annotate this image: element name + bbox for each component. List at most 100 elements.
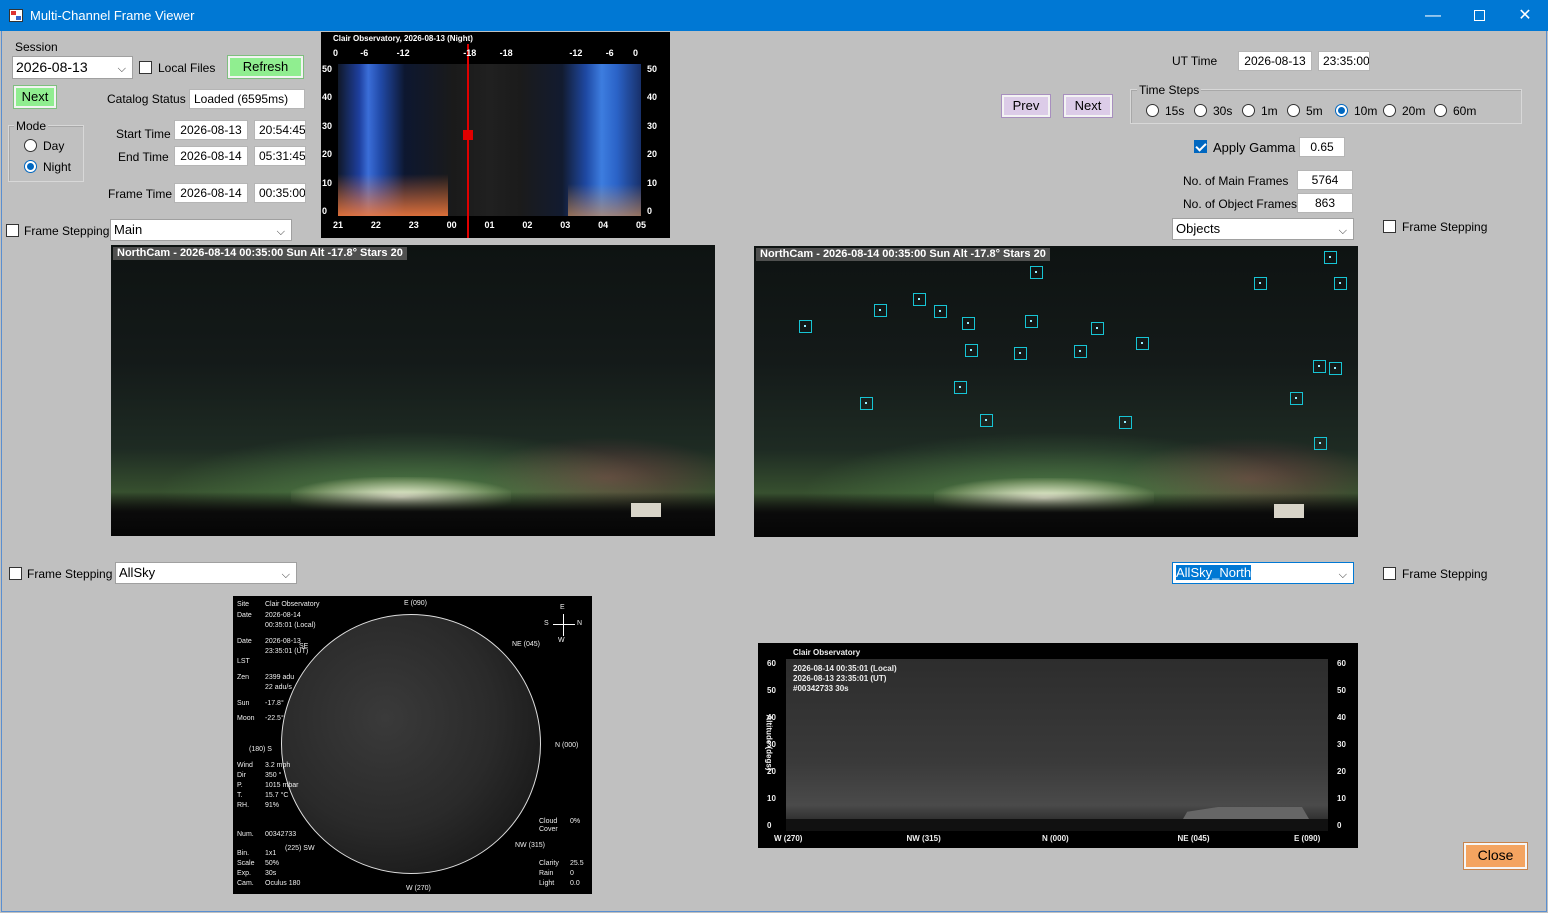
start-time-field[interactable]: 20:54:45 — [254, 120, 306, 140]
keogram-top-tick: 0 — [632, 48, 638, 58]
local-files-checkbox[interactable] — [139, 61, 152, 74]
object-marker[interactable] — [1314, 437, 1327, 450]
frame-stepping-topright-checkbox[interactable] — [1383, 220, 1396, 233]
frame-time-field[interactable]: 00:35:00 — [254, 183, 306, 203]
channel-select-bottomleft[interactable]: AllSky ⌵ — [115, 562, 297, 584]
pano-right-tick: 30 — [1337, 740, 1346, 749]
exp-key: Exp. — [237, 870, 252, 877]
pressure-key: P. — [237, 782, 243, 789]
object-marker[interactable] — [874, 304, 887, 317]
close-button[interactable]: Close — [1463, 842, 1528, 870]
object-marker[interactable] — [980, 414, 993, 427]
channel-select-topright[interactable]: Objects ⌵ — [1172, 218, 1354, 240]
keogram-bottom-tick: 00 — [446, 220, 457, 230]
keogram-bottom-tick: 23 — [408, 220, 419, 230]
step-60m-radio[interactable] — [1434, 104, 1447, 117]
object-marker[interactable] — [1030, 266, 1043, 279]
object-marker[interactable] — [1014, 347, 1027, 360]
keogram-cursor-marker[interactable] — [463, 130, 473, 140]
object-marker[interactable] — [860, 397, 873, 410]
chevron-down-icon: ⌵ — [281, 569, 290, 581]
catalog-status-label: Catalog Status — [107, 92, 186, 106]
maximize-icon — [1473, 10, 1485, 21]
keogram-cursor-line[interactable] — [467, 44, 469, 238]
keogram-right-tick: 50 — [647, 64, 658, 74]
object-marker[interactable] — [799, 320, 812, 333]
step-30s-radio[interactable] — [1194, 104, 1207, 117]
ut-time-field[interactable]: 23:35:00 — [1318, 51, 1370, 71]
maximize-button[interactable] — [1456, 0, 1502, 31]
gamma-value-field[interactable]: 0.65 — [1299, 137, 1345, 157]
keogram-panel[interactable]: Clair Observatory, 2026-08-13 (Night) 0 -… — [321, 32, 670, 238]
keogram-top-axis: 0 -6 -12 -18 -18 -12 -6 0 — [333, 48, 641, 60]
main-frame-pane[interactable]: NorthCam - 2026-08-14 00:35:00 Sun Alt -… — [111, 245, 715, 536]
allsky-frame-pane[interactable]: E S N W Site Clair Observatory Date 2026… — [233, 596, 592, 894]
dir-n-label: N (000) — [555, 742, 579, 749]
keogram-bottom-tick: 22 — [370, 220, 381, 230]
next-button[interactable]: Next — [1063, 94, 1113, 118]
apply-gamma-checkbox[interactable] — [1194, 140, 1207, 153]
keogram-right-tick: 30 — [647, 120, 658, 131]
exp-value: 30s — [265, 870, 277, 877]
step-10m-radio[interactable] — [1335, 104, 1348, 117]
house-silhouette — [631, 503, 661, 517]
frame-stepping-bottomleft-checkbox[interactable] — [9, 567, 22, 580]
frame-stepping-topleft-checkbox[interactable] — [6, 224, 19, 237]
objects-frame-caption: NorthCam - 2026-08-14 00:35:00 Sun Alt -… — [756, 248, 1050, 261]
minimize-button[interactable]: — — [1410, 0, 1456, 31]
mode-night-radio[interactable] — [24, 160, 37, 173]
keogram-image — [338, 64, 641, 216]
object-marker[interactable] — [1313, 360, 1326, 373]
object-marker[interactable] — [1091, 322, 1104, 335]
compass-horizontal — [553, 624, 575, 625]
object-marker[interactable] — [913, 293, 926, 306]
cam-key: Cam. — [237, 880, 254, 887]
object-marker[interactable] — [1290, 392, 1303, 405]
object-marker[interactable] — [1136, 337, 1149, 350]
object-marker[interactable] — [1025, 315, 1038, 328]
pano-left-tick: 60 — [767, 659, 776, 668]
step-5m-radio[interactable] — [1287, 104, 1300, 117]
dir-key: Dir — [237, 772, 246, 779]
main-frames-value: 5764 — [1297, 170, 1353, 190]
object-marker[interactable] — [1329, 362, 1342, 375]
close-window-button[interactable]: ✕ — [1502, 0, 1548, 31]
session-select[interactable]: 2026-08-13 ⌵ — [12, 56, 133, 79]
channel-select-topleft[interactable]: Main ⌵ — [110, 219, 292, 241]
step-1m-radio[interactable] — [1242, 104, 1255, 117]
prev-button[interactable]: Prev — [1001, 94, 1051, 118]
start-date-field[interactable]: 2026-08-13 — [174, 120, 248, 140]
frame-stepping-topright-label: Frame Stepping — [1402, 220, 1488, 234]
bin-key: Bin. — [237, 850, 250, 857]
object-marker[interactable] — [965, 344, 978, 357]
object-marker[interactable] — [1074, 345, 1087, 358]
main-frames-label: No. of Main Frames — [1183, 174, 1289, 188]
object-marker[interactable] — [1334, 277, 1347, 290]
object-marker[interactable] — [1324, 251, 1337, 264]
object-marker[interactable] — [1119, 416, 1132, 429]
step-20m-radio[interactable] — [1383, 104, 1396, 117]
frame-date-field[interactable]: 2026-08-14 — [174, 183, 248, 203]
object-marker[interactable] — [934, 305, 947, 318]
frame-stepping-bottomright-checkbox[interactable] — [1383, 567, 1396, 580]
pano-right-axis: 60 50 40 30 20 10 0 — [1336, 659, 1356, 831]
step-15s-radio[interactable] — [1146, 104, 1159, 117]
channel-select-bottomright[interactable]: AllSky_North ⌵ — [1172, 562, 1354, 584]
date-key: Date — [237, 612, 252, 619]
ut-date-field[interactable]: 2026-08-13 — [1238, 51, 1312, 71]
end-date-field[interactable]: 2026-08-14 — [174, 146, 248, 166]
object-marker[interactable] — [954, 381, 967, 394]
cloud-cover-value: 0% — [570, 818, 581, 825]
mode-day-radio[interactable] — [24, 139, 37, 152]
keogram-bottom-tick: 04 — [598, 220, 609, 230]
objects-frame-pane[interactable]: NorthCam - 2026-08-14 00:35:00 Sun Alt -… — [754, 246, 1358, 537]
refresh-button[interactable]: Refresh — [227, 55, 304, 79]
dir-e-label: E (090) — [404, 600, 427, 607]
end-time-field[interactable]: 05:31:45 — [254, 146, 306, 166]
dir-sw-label: (225) SW — [285, 845, 315, 852]
object-marker[interactable] — [962, 317, 975, 330]
session-next-button[interactable]: Next — [13, 85, 57, 109]
pano-right-tick: 50 — [1337, 686, 1346, 695]
object-marker[interactable] — [1254, 277, 1267, 290]
allsky-north-pane[interactable]: Clair Observatory 2026-08-14 00:35:01 (L… — [758, 643, 1358, 848]
